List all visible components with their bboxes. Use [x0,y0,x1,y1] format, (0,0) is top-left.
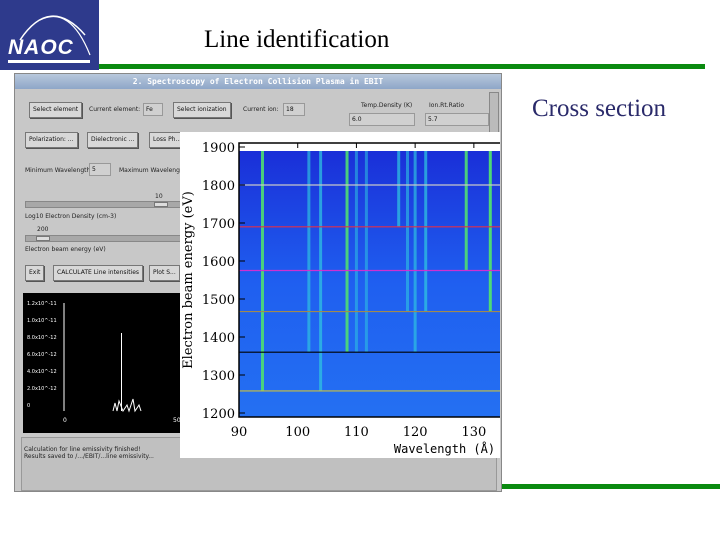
mini-y-tick: 0 [27,403,31,409]
spectral-line [406,151,410,312]
x-tick-label: 120 [403,425,428,440]
spectral-line [413,151,417,353]
current-ion-label: Current ion: [243,106,279,113]
cross-section-chart: Fe_23Fe_22Fe_21Fe_20Fe_19Fe_189010011012… [180,132,500,458]
message-line: Results saved to /.../EBIT/...line emiss… [24,453,154,460]
logo-text: NAOC [8,36,74,59]
naoc-logo: NAOC [0,0,99,70]
spectral-line [364,151,368,353]
spectral-line [345,151,349,353]
slide-title: Line identification [204,26,390,53]
y-tick-label: 1900 [202,141,235,156]
spectral-line [488,151,492,312]
bottom-divider [502,484,720,489]
energy-slider[interactable] [25,235,185,242]
cross-section-label: Cross section [532,95,667,122]
window-title-bar[interactable]: 2. Spectroscopy of Electron Collision Pl… [15,74,501,89]
current-element-label: Current element: [89,106,141,113]
spectral-line [397,151,401,227]
plot-button[interactable]: Plot S... [149,265,180,281]
density-slider[interactable] [25,201,185,208]
dielectronic-button[interactable]: Dielectronic ... [87,132,139,148]
y-tick-label: 1600 [202,255,235,270]
mini-y-tick: 6.0x10^-12 [27,352,57,358]
y-tick-label: 1500 [202,293,235,308]
energy-slider-value: 200 [37,226,49,233]
temp-label: Temp.Density (K) [361,102,413,109]
y-axis-label: Electron beam energy (eV) [181,191,196,369]
density-slider-value: 10 [155,193,163,200]
temp-field[interactable]: 6.0 [349,113,415,126]
heatmap-background [239,151,500,417]
max-wavelength-label: Maximum Wavelength [119,167,187,174]
y-tick-label: 1700 [202,217,235,232]
y-tick-label: 1800 [202,179,235,194]
emissivity-plot: 1.2x10^-11 1.0x10^-11 8.0x10^-12 6.0x10^-12… [23,293,181,433]
exit-button[interactable]: Exit [25,265,45,281]
y-tick-label: 1300 [202,369,235,384]
current-element-field[interactable]: Fe [143,103,163,116]
polarization-button[interactable]: Polarization: ... [25,132,78,148]
calculate-button[interactable]: CALCULATE Line intensities [53,265,144,281]
energy-label: Electron beam energy (eV) [25,246,106,253]
min-wavelength-label: Minimum Wavelength [25,167,91,174]
select-ionization-button[interactable]: Select ionization [173,102,231,118]
spectral-line [464,151,468,271]
mini-y-tick: 4.0x10^-12 [27,369,57,375]
top-divider [99,64,705,69]
min-wavelength-field[interactable]: 5 [89,163,111,176]
select-element-button[interactable]: Select element [29,102,83,118]
chart-svg: Fe_23Fe_22Fe_21Fe_20Fe_19Fe_189010011012… [181,141,500,456]
ion-ratio-label: Ion.Rt.Ratio [429,102,464,109]
x-tick-label: 90 [231,425,248,440]
mini-y-tick: 1.2x10^-11 [27,301,57,307]
current-ion-field[interactable]: 18 [283,103,305,116]
mini-y-tick: 2.0x10^-12 [27,386,57,392]
spectral-line [307,151,311,353]
density-label: Log10 Electron Density (cm-3) [25,213,117,220]
mini-y-tick: 1.0x10^-11 [27,318,57,324]
x-axis-label: Wavelength (Å) [394,441,495,456]
spectral-line [424,151,428,312]
mini-y-tick: 8.0x10^-12 [27,335,57,341]
ion-ratio-field[interactable]: 5.7 [425,113,489,126]
message-line: Calculation for line emissivity finished… [24,446,141,453]
x-tick-label: 100 [285,425,310,440]
y-tick-label: 1200 [202,407,235,422]
spectral-line [354,151,358,353]
x-tick-label: 110 [344,425,369,440]
mini-x-tick: 0 [63,417,67,424]
x-tick-label: 130 [461,425,486,440]
y-tick-label: 1400 [202,331,235,346]
